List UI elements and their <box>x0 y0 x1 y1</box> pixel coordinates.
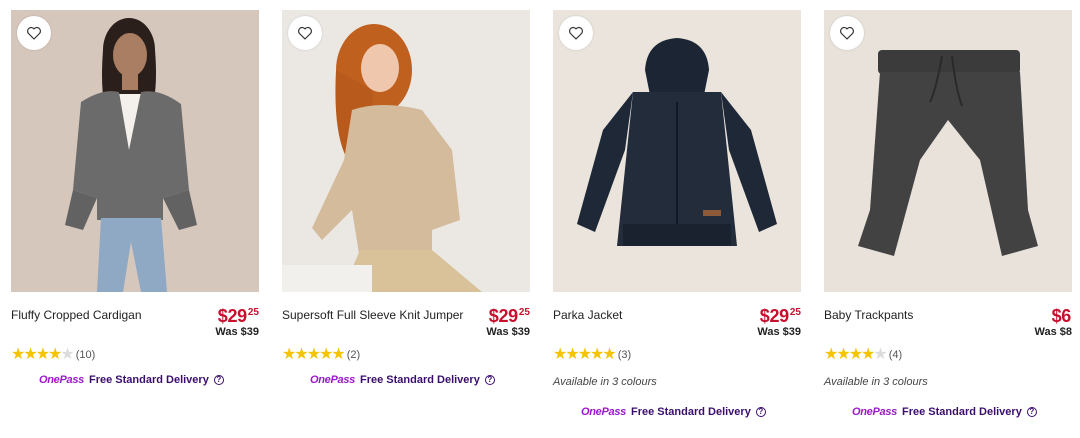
wishlist-button[interactable] <box>288 16 322 50</box>
star-icon: ★ <box>35 346 50 363</box>
star-icon: ★ <box>306 346 321 363</box>
product-image[interactable] <box>11 10 259 292</box>
delivery-text: Free Standard Delivery <box>359 374 480 386</box>
star-icon: ★ <box>861 346 875 363</box>
heart-icon <box>840 26 854 40</box>
colour-options: Available in 3 colours <box>824 376 928 388</box>
star-icon: ★ <box>873 346 887 363</box>
star-icon: ★ <box>577 346 592 363</box>
star-icon: ★ <box>824 346 838 363</box>
product-card-2[interactable]: Supersoft Full Sleeve Knit Jumper $2925 … <box>282 10 530 430</box>
was-price: Was $39 <box>486 326 530 338</box>
info-icon[interactable]: ? <box>213 375 224 385</box>
product-card-4[interactable]: Baby Trackpants $6 Was $8 ★ ★ ★ ★ ★ (4) Avai… <box>824 10 1072 430</box>
product-title[interactable]: Baby Trackpants <box>824 308 994 322</box>
product-price: $2925 <box>488 306 530 326</box>
wishlist-button[interactable] <box>559 16 593 50</box>
star-icon: ★ <box>60 346 74 363</box>
star-icon: ★ <box>23 346 37 363</box>
star-rating: ★ ★ ★ ★ ★ (10) <box>11 347 95 363</box>
star-icon: ★ <box>11 346 25 363</box>
was-price: Was $39 <box>757 326 801 338</box>
star-icon: ★ <box>331 346 345 363</box>
star-icon: ★ <box>836 346 850 363</box>
star-icon: ★ <box>48 346 62 363</box>
star-icon: ★ <box>319 346 333 363</box>
was-price: Was $39 <box>215 326 259 338</box>
product-price: $2925 <box>759 306 801 326</box>
star-icon: ★ <box>294 346 308 363</box>
product-image[interactable] <box>553 10 801 292</box>
product-card-1[interactable]: Fluffy Cropped Cardigan $2925 Was $39 ★ ★… <box>11 10 259 430</box>
review-count: (2) <box>346 349 361 361</box>
review-count: (4) <box>888 349 903 361</box>
star-icon: ★ <box>848 346 863 363</box>
was-price: Was $8 <box>1034 326 1072 338</box>
product-title[interactable]: Supersoft Full Sleeve Knit Jumper <box>282 308 463 322</box>
info-icon[interactable]: ? <box>484 375 495 385</box>
star-icon: ★ <box>590 346 604 363</box>
colour-options: Available in 3 colours <box>553 376 657 388</box>
star-icon: ★ <box>602 346 616 363</box>
product-title[interactable]: Parka Jacket <box>553 308 723 322</box>
heart-icon <box>298 26 312 40</box>
product-price: $6 <box>1051 306 1072 326</box>
product-price: $2925 <box>217 306 259 326</box>
star-icon: ★ <box>553 346 567 363</box>
info-icon[interactable]: ? <box>755 407 766 417</box>
heart-icon <box>27 26 41 40</box>
star-rating: ★ ★ ★ ★ ★ (4) <box>824 347 902 363</box>
wishlist-button[interactable] <box>830 16 864 50</box>
onepass-logo: OnePass <box>852 406 897 418</box>
delivery-info: OnePass Free Standard Delivery ? <box>852 406 1037 418</box>
heart-icon <box>569 26 583 40</box>
star-icon: ★ <box>565 346 579 363</box>
info-icon[interactable]: ? <box>1026 407 1037 417</box>
review-count: (10) <box>75 349 96 361</box>
wishlist-button[interactable] <box>17 16 51 50</box>
delivery-text: Free Standard Delivery <box>88 374 209 386</box>
product-image[interactable] <box>282 10 530 292</box>
delivery-text: Free Standard Delivery <box>901 406 1022 418</box>
star-rating: ★ ★ ★ ★ ★ (3) <box>553 347 631 363</box>
delivery-info: OnePass Free Standard Delivery ? <box>581 406 766 418</box>
star-rating: ★ ★ ★ ★ ★ (2) <box>282 347 360 363</box>
delivery-info: OnePass Free Standard Delivery ? <box>39 374 224 386</box>
delivery-text: Free Standard Delivery <box>630 406 751 418</box>
onepass-logo: OnePass <box>310 374 355 386</box>
review-count: (3) <box>617 349 632 361</box>
product-image[interactable] <box>824 10 1072 292</box>
product-title[interactable]: Fluffy Cropped Cardigan <box>11 308 181 322</box>
product-card-3[interactable]: Parka Jacket $2925 Was $39 ★ ★ ★ ★ ★ (3) Ava… <box>553 10 801 430</box>
star-icon: ★ <box>282 346 296 363</box>
onepass-logo: OnePass <box>581 406 626 418</box>
onepass-logo: OnePass <box>39 374 84 386</box>
delivery-info: OnePass Free Standard Delivery ? <box>310 374 495 386</box>
